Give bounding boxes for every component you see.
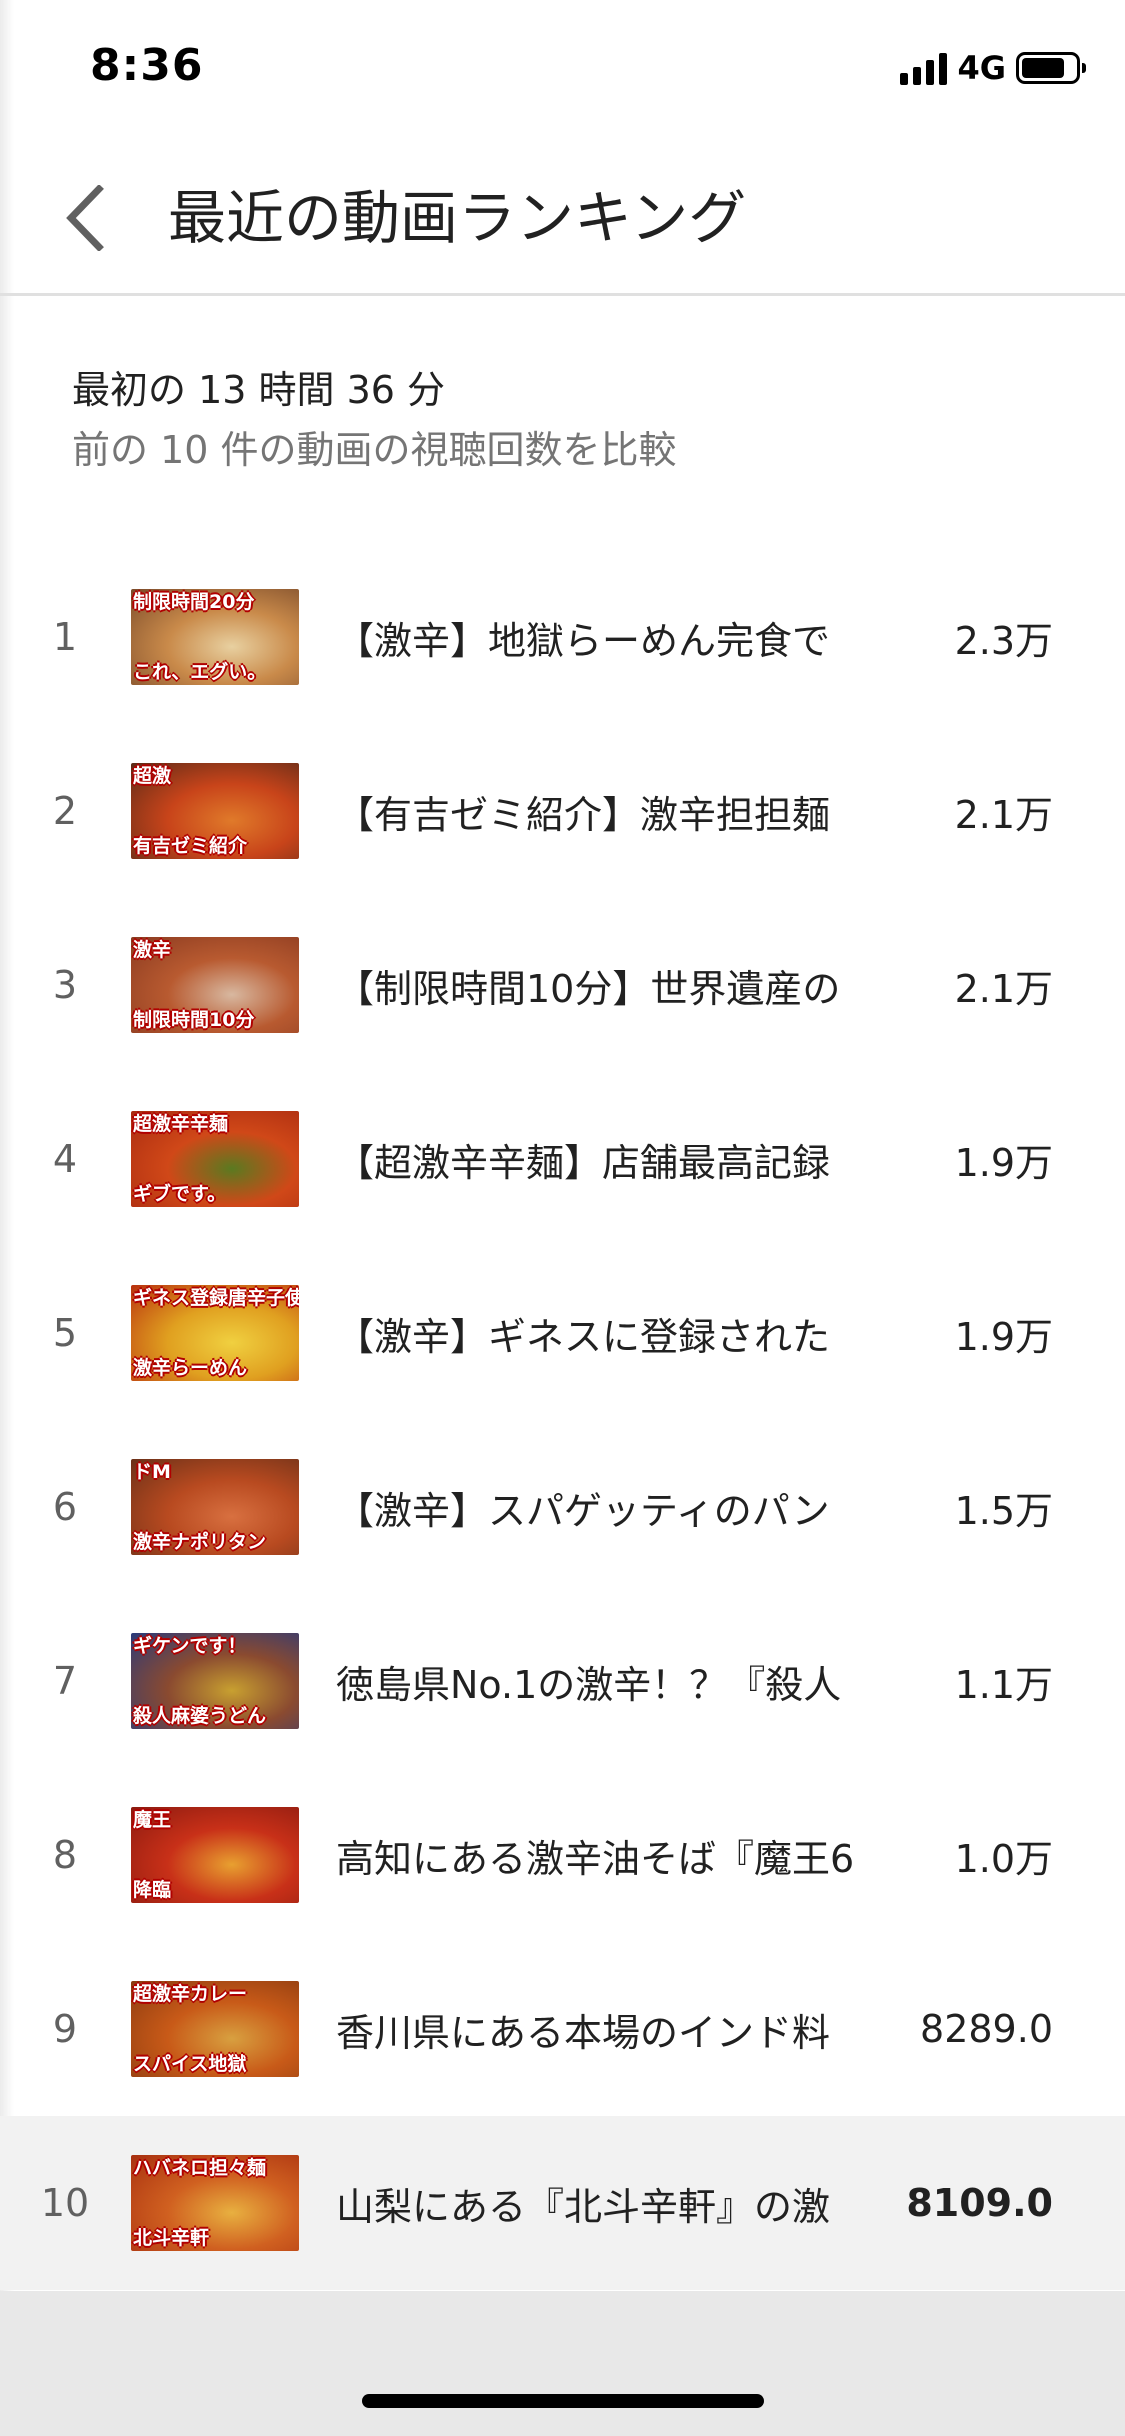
rank-number: 3 [52,963,78,1007]
thumbnail-caption-bottom: 有吉ゼミ紹介 [133,835,248,857]
ranking-row[interactable]: 9 超激辛カレー スパイス地獄 香川県にある本場のインド料 8289.0 [0,1942,1125,2116]
ranking-row[interactable]: 1 制限時間20分 これ、エグい。 【激辛】地獄らーめん完食で 2.3万 [0,550,1125,724]
video-title[interactable]: 【超激辛辛麺】店舗最高記録 [336,1072,896,1246]
rank-number: 6 [52,1485,78,1529]
ranking-row[interactable]: 8 魔王 降臨 高知にある激辛油そば『魔王6 1.0万 [0,1768,1125,1942]
rank-number: 7 [52,1659,78,1703]
battery-icon [1016,52,1086,84]
video-title[interactable]: 【有吉ゼミ紹介】激辛担担麺 [336,724,896,898]
video-thumbnail[interactable]: 激辛制限時間10分 [131,937,299,1033]
ranking-row[interactable]: 7 ギケンです！ 殺人麻婆うどん 徳島県No.1の激辛！？『殺人 1.1万 [0,1594,1125,1768]
chevron-left-icon [66,185,104,251]
rank-number: 2 [52,789,78,833]
thumbnail-caption-bottom: ギブです。 [133,1183,227,1205]
video-title[interactable]: 山梨にある『北斗辛軒』の激 [336,2116,896,2290]
rank-number: 1 [52,615,78,659]
video-thumbnail[interactable]: 超激 有吉ゼミ紹介 [131,763,299,859]
video-title[interactable]: 香川県にある本場のインド料 [336,1942,896,2116]
thumbnail-caption-bottom: 殺人麻婆うどん [133,1705,267,1727]
ranking-row[interactable]: 6 ドM 激辛ナポリタン 【激辛】スパゲッティのパン 1.5万 [0,1420,1125,1594]
video-thumbnail[interactable]: 制限時間20分 これ、エグい。 [131,589,299,685]
thumbnail-caption-bottom: これ、エグい。 [133,661,267,683]
view-count: 8109.0 [906,2181,1053,2225]
status-indicators: 4G [900,48,1086,88]
thumbnail-caption-bottom: 激辛らーめん [133,1357,248,1379]
ranking-list: 1 制限時間20分 これ、エグい。 【激辛】地獄らーめん完食で 2.3万 2 超激 有吉ゼミ紹… [0,550,1125,2290]
video-thumbnail[interactable]: ハバネロ担々麺 北斗辛軒 [131,2155,299,2251]
video-thumbnail[interactable]: 超激辛辛麺ギブです。 [131,1111,299,1207]
view-count: 2.1万 [954,792,1053,837]
video-title[interactable]: 徳島県No.1の激辛！？『殺人 [336,1594,896,1768]
thumbnail-caption-top: 超激 [133,765,172,787]
status-bar: 8:36 4G [0,0,1125,140]
thumbnail-caption-bottom: スパイス地獄 [133,2053,247,2075]
view-count: 1.9万 [954,1314,1053,1359]
view-count: 1.5万 [954,1488,1053,1533]
video-title[interactable]: 高知にある激辛油そば『魔王6 [336,1768,896,1942]
rank-number: 9 [52,2007,78,2051]
view-count: 1.0万 [954,1836,1053,1881]
view-count: 8289.0 [920,2007,1053,2051]
ranking-row[interactable]: 3 激辛 制限時間10分 【制限時間10分】世界遺産の 2.1万 [0,898,1125,1072]
comparison-summary: 最初の 13 時間 36 分 前の 10 件の動画の視聴回数を比較 [72,360,677,480]
thumbnail-caption-top: ハバネロ担々麺 [133,2157,267,2179]
back-button[interactable] [50,178,120,258]
thumbnail-caption-top: 超激辛辛麺 [133,1113,229,1135]
video-thumbnail[interactable]: ドM 激辛ナポリタン [131,1459,299,1555]
ranking-row[interactable]: 10 ハバネロ担々麺 北斗辛軒 山梨にある『北斗辛軒』の激 8109.0 [0,2116,1125,2290]
app-bar: 最近の動画ランキング [0,150,1125,296]
video-title[interactable]: 【激辛】地獄らーめん完食で [336,550,896,724]
rank-number: 5 [52,1311,78,1355]
thumbnail-caption-bottom: 北斗辛軒 [133,2227,210,2249]
video-title[interactable]: 【激辛】スパゲッティのパン [336,1420,896,1594]
thumbnail-caption-bottom: 制限時間10分 [133,1009,255,1031]
video-thumbnail[interactable]: 魔王 降臨 [131,1807,299,1903]
view-count: 1.1万 [954,1662,1053,1707]
view-count: 1.9万 [954,1140,1053,1185]
rank-number: 10 [40,2181,90,2225]
thumbnail-caption-bottom: 激辛ナポリタン [133,1531,267,1553]
thumbnail-caption-top: ギケンです！ [133,1635,247,1657]
page-title: 最近の動画ランキング [168,184,747,252]
thumbnail-caption-top: 魔王 [133,1809,172,1831]
ranking-row[interactable]: 5ギネス登録唐辛子使用激辛らーめん【激辛】ギネスに登録された1.9万 [0,1246,1125,1420]
thumbnail-caption-top: 超激辛カレー [133,1983,248,2005]
video-thumbnail[interactable]: ギケンです！ 殺人麻婆うどん [131,1633,299,1729]
cellular-signal-icon [900,51,948,85]
view-count: 2.3万 [954,618,1053,663]
rank-number: 4 [52,1137,78,1181]
ranking-row[interactable]: 4 超激辛辛麺 ギブです。 【超激辛辛麺】店舗最高記録 1.9万 [0,1072,1125,1246]
video-thumbnail[interactable]: 超激辛カレー スパイス地獄 [131,1981,299,2077]
status-time: 8:36 [90,40,204,91]
network-type: 4G [957,49,1006,87]
bottom-safe-area [0,2291,1125,2436]
summary-description: 前の 10 件の動画の視聴回数を比較 [72,428,677,472]
summary-period: 最初の 13 時間 36 分 [72,368,446,412]
home-indicator[interactable] [362,2394,764,2408]
battery-level-fill [1022,58,1064,78]
thumbnail-caption-top: 激辛 [133,939,172,961]
thumbnail-caption-bottom: 降臨 [133,1879,172,1901]
thumbnail-caption-top: 制限時間20分 [133,591,255,613]
rank-number: 8 [52,1833,78,1877]
thumbnail-caption-top: ドM [133,1461,171,1483]
video-title[interactable]: 【激辛】ギネスに登録された [336,1246,896,1420]
view-count: 2.1万 [954,966,1053,1011]
video-title[interactable]: 【制限時間10分】世界遺産の [336,898,896,1072]
thumbnail-caption-top: ギネス登録唐辛子使用 [133,1287,299,1309]
ranking-row[interactable]: 2 超激 有吉ゼミ紹介 【有吉ゼミ紹介】激辛担担麺 2.1万 [0,724,1125,898]
video-thumbnail[interactable]: ギネス登録唐辛子使用激辛らーめん [131,1285,299,1381]
